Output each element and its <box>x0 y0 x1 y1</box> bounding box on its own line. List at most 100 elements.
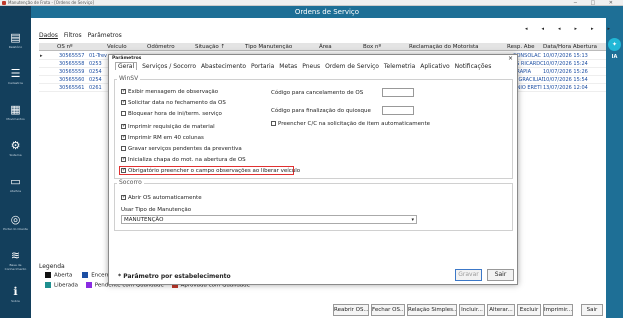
init-driver-plate-checkbox[interactable]: ✓ Inicializa chapa do mot. na abertura de… <box>121 157 246 163</box>
sidebar-item-portal[interactable]: ◎ Portal do Cliente <box>0 212 31 242</box>
sidebar-item-label: Atalhos <box>9 189 22 193</box>
sidebar-item-relatorio[interactable]: ▤ Relatório <box>0 30 31 60</box>
maintenance-type-label: Usar Tipo de Manutenção <box>121 207 192 213</box>
col-box[interactable]: Box nº <box>363 44 381 50</box>
cancel-code-input[interactable] <box>382 88 414 97</box>
checkbox-label: Abrir OS automaticamente <box>128 195 202 201</box>
checkbox-label: Inicializa chapa do mot. na abertura de … <box>128 157 246 163</box>
tab-filtros[interactable]: Filtros <box>64 32 82 39</box>
app-icon <box>2 1 6 5</box>
checkbox-label: Obrigatório preencher o campo observaçõe… <box>128 168 301 174</box>
tab-servicos[interactable]: Serviços / Socorro <box>142 63 196 70</box>
print-material-request-checkbox[interactable]: ✓ Imprimir requisição de material <box>121 124 215 130</box>
exit-button[interactable]: Sair <box>581 304 603 316</box>
assistant-icon[interactable]: ✦ <box>608 38 621 51</box>
col-resp[interactable]: Resp. Abe <box>507 44 534 50</box>
finalize-code-input[interactable] <box>382 106 414 115</box>
globe-icon: ◎ <box>10 213 21 226</box>
col-situacao[interactable]: Situação ↑ <box>195 44 225 50</box>
tab-pneus[interactable]: Pneus <box>302 63 320 70</box>
reopen-os-button[interactable]: Reabrir OS... <box>333 304 369 316</box>
checkbox-checked-icon: ✓ <box>121 99 127 105</box>
finalize-code-label: Código para finalização do quiosque <box>271 108 371 114</box>
checkbox-checked-icon: ✓ <box>121 123 127 129</box>
grid-header: OS nº Veículo Odômetro Situação ↑ Tipo M… <box>39 43 606 51</box>
col-veiculo[interactable]: Veículo <box>107 44 127 50</box>
sidebar-item-conhecimento[interactable]: ≋ Base de Conhecimento <box>0 248 31 278</box>
col-os[interactable]: OS nº <box>57 44 73 50</box>
tab-ordem-servico[interactable]: Ordem de Serviço <box>325 63 379 70</box>
sidebar: ▤ Relatório ☰ Cadastros ▦ Movimentos ⚙ S… <box>0 6 31 318</box>
maintenance-type-select[interactable]: MANUTENÇÃO ▾ <box>121 215 417 224</box>
show-observation-checkbox[interactable]: ✓ Exibir mensagem de observação <box>121 89 218 95</box>
cancel-code-label: Código para cancelamento de OS <box>271 90 364 96</box>
checkbox-checked-icon: ✓ <box>121 134 127 140</box>
tab-dados[interactable]: Dados <box>39 32 58 39</box>
print-button[interactable]: Imprimir... <box>543 304 573 316</box>
legend-swatch <box>82 272 89 278</box>
save-button[interactable]: Gravar <box>455 269 482 281</box>
legend-swatch <box>85 282 92 288</box>
tab-parametros[interactable]: Parâmetros <box>88 32 122 39</box>
col-tipo[interactable]: Tipo Manutenção <box>245 44 292 50</box>
print-rm-40-checkbox[interactable]: ✓ Imprimir RM em 40 colunas <box>121 135 204 141</box>
col-reclamacao[interactable]: Reclamação do Motorista <box>409 44 479 50</box>
save-pending-services-checkbox[interactable]: Gravar serviços pendentes da preventiva <box>121 146 242 152</box>
window-icon: ▭ <box>10 175 21 188</box>
legend-title: Legenda <box>39 263 65 270</box>
sidebar-item-atalhos[interactable]: ▭ Atalhos <box>0 174 31 204</box>
col-area[interactable]: Área <box>319 44 332 50</box>
sidebar-item-label: Relatório <box>8 45 23 49</box>
right-panel: ✦ IA <box>606 18 623 318</box>
auto-open-os-checkbox[interactable]: ✓ Abrir OS automaticamente <box>121 195 202 201</box>
col-odometro[interactable]: Odômetro <box>147 44 175 50</box>
tab-abastecimento[interactable]: Abastecimento <box>201 63 246 70</box>
legend-swatch <box>45 282 51 288</box>
close-icon[interactable]: × <box>508 55 513 62</box>
legend-label: Liberada <box>54 282 78 289</box>
sidebar-item-cadastros[interactable]: ☰ Cadastros <box>0 66 31 96</box>
fill-cc-checkbox[interactable]: Preencher C/C na solicitação de item aut… <box>271 121 430 127</box>
info-icon: ℹ <box>13 285 18 298</box>
close-os-button[interactable]: Fechar OS... <box>371 304 405 316</box>
sidebar-item-movimentos[interactable]: ▦ Movimentos <box>0 102 31 132</box>
block-service-time-checkbox[interactable]: Bloquear hora de ini/term. serviço <box>121 111 222 117</box>
tab-metas[interactable]: Metas <box>279 63 297 70</box>
tab-aplicativo[interactable]: Aplicativo <box>420 63 449 70</box>
checkbox-label: Gravar serviços pendentes da preventiva <box>128 146 242 152</box>
sidebar-item-sistema[interactable]: ⚙ Sistema <box>0 138 31 168</box>
require-observation-checkbox[interactable]: ✓ Obrigatório preencher o campo observaçõ… <box>121 168 300 174</box>
sidebar-item-sobre[interactable]: ℹ Sobre <box>0 284 31 314</box>
cell-os: 30565560 <box>59 77 85 83</box>
group-title: WinSV <box>117 75 141 82</box>
add-button[interactable]: Incluir... <box>459 304 485 316</box>
menu-icon: ☰ <box>10 67 21 80</box>
delete-button[interactable]: Excluir <box>517 304 541 316</box>
cell-os: 30565557 <box>59 53 85 59</box>
tab-telemetria[interactable]: Telemetria <box>384 63 415 70</box>
edit-button[interactable]: Alterar... <box>487 304 515 316</box>
main-tabs: Dados Filtros Parâmetros <box>39 32 126 39</box>
tab-geral[interactable]: Geral <box>115 62 138 70</box>
checkbox-label: Imprimir requisição de material <box>128 124 215 130</box>
simple-report-button[interactable]: Relação Simples... <box>407 304 457 316</box>
checkbox-checked-icon: ✓ <box>121 88 127 94</box>
checkbox-label: Exibir mensagem de observação <box>128 89 219 95</box>
layers-icon: ≋ <box>10 249 21 262</box>
cancel-button[interactable]: Sair <box>487 269 514 281</box>
checkbox-label: Bloquear hora de ini/term. serviço <box>128 111 222 117</box>
tab-notificacoes[interactable]: Notificações <box>455 63 492 70</box>
cell-os: 30565559 <box>59 69 85 75</box>
col-data[interactable]: Data/Hora Abertura <box>543 44 597 50</box>
checkbox-checked-icon: ✓ <box>121 156 127 162</box>
cell-data: 10/07/2026 15:54 <box>543 77 588 83</box>
record-navigation[interactable]: ◂◂◂▸▸▸ <box>525 26 623 32</box>
sidebar-item-label: Movimentos <box>6 117 25 121</box>
checkbox-unchecked-icon <box>271 121 276 126</box>
request-date-checkbox[interactable]: ✓ Solicitar data no fechamento da OS <box>121 100 226 106</box>
cell-data: 10/07/2026 15:24 <box>543 61 588 67</box>
checkbox-checked-icon: ✓ <box>121 194 127 200</box>
tab-portaria[interactable]: Portaria <box>251 63 274 70</box>
cell-os: 30565561 <box>59 85 85 91</box>
checkbox-unchecked-icon <box>121 146 126 151</box>
